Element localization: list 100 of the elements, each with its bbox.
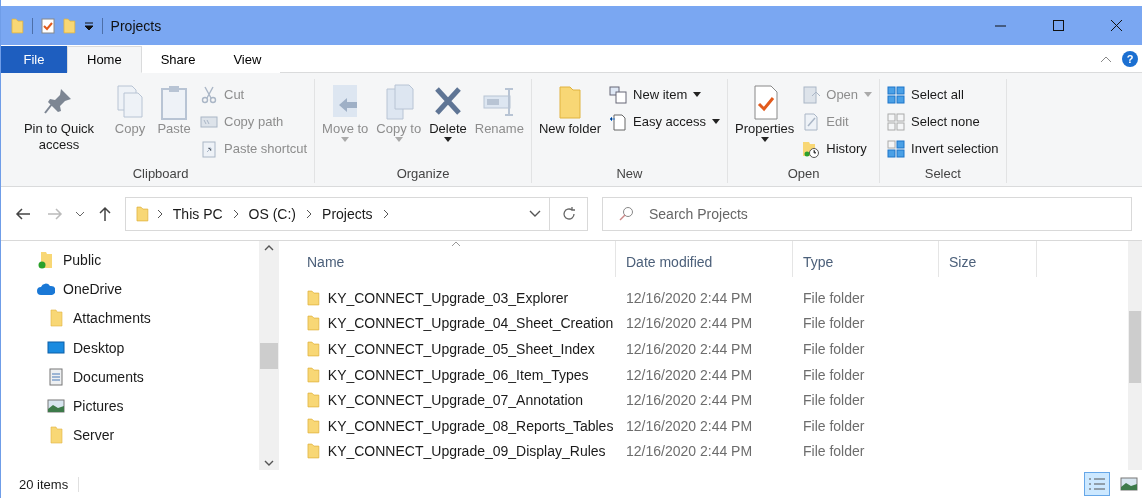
folder-icon (307, 443, 320, 460)
date-cell-text: 12/16/2020 2:44 PM (625, 417, 754, 434)
history-icon (802, 139, 821, 158)
file-name-cell[interactable]: KY_CONNECT_Upgrade_07_Annotation (297, 392, 616, 409)
date-cell-text: 12/16/2020 2:44 PM (625, 289, 754, 306)
details-view-button[interactable] (1084, 472, 1110, 496)
desktop-icon (47, 338, 65, 357)
nav-pane-item[interactable]: Pictures (1, 391, 259, 421)
properties-button[interactable]: Properties (732, 79, 798, 166)
file-menu-tab[interactable]: File (1, 46, 67, 73)
caret-icon (864, 92, 873, 97)
caret-icon (394, 137, 403, 142)
scrollbar[interactable] (1128, 241, 1142, 470)
file-name-cell[interactable]: KY_CONNECT_Upgrade_09_Display_Rules (297, 443, 616, 460)
close-icon (1111, 19, 1123, 32)
folder-icon (47, 426, 65, 445)
address-bar[interactable]: This PC OS (C:) Projects (125, 196, 588, 231)
ribbon-command[interactable]: Invert selection (884, 135, 1002, 162)
up-arrow-icon (98, 205, 112, 222)
ribbon-command[interactable]: Select none (884, 108, 1002, 135)
nav-pane-item[interactable]: Attachments (1, 303, 259, 333)
document-icon (47, 367, 65, 386)
ribbon-command[interactable]: Easy access (606, 108, 723, 135)
back-arrow-icon (15, 206, 31, 221)
folder-icon (11, 17, 24, 34)
type-cell-text: File folder (802, 315, 866, 332)
pictures-icon (47, 397, 65, 416)
folder-icon (47, 309, 65, 328)
file-name-cell[interactable]: KY_CONNECT_Upgrade_05_Sheet_Index (297, 341, 616, 357)
file-name-cell[interactable]: KY_CONNECT_Upgrade_03_Explorer (297, 289, 616, 306)
easy-access-icon (609, 112, 628, 131)
breadcrumb-item[interactable]: Projects (320, 205, 375, 222)
scrollbar[interactable] (259, 241, 279, 470)
nav-pane-item[interactable]: Desktop (1, 332, 259, 363)
forward-arrow-icon (47, 206, 63, 221)
maximize-icon (1053, 19, 1065, 32)
dropdown-icon[interactable] (529, 209, 541, 218)
window-title: Projects (110, 17, 163, 34)
caret-icon (341, 137, 350, 142)
column-header[interactable]: Size (939, 241, 1037, 277)
pin-button[interactable]: Pin to Quick access (11, 79, 107, 166)
breadcrumb-item[interactable]: OS (C:) (246, 205, 299, 222)
shortcut-icon (200, 139, 218, 158)
column-header[interactable]: Date modified (616, 241, 793, 277)
scroll-down-icon[interactable] (264, 460, 274, 466)
open-icon (802, 85, 821, 104)
new-folder-button[interactable]: New folder (535, 79, 605, 166)
folder-icon (136, 205, 149, 222)
chevron-icon (382, 208, 389, 219)
file-name-cell[interactable]: KY_CONNECT_Upgrade_04_Sheet_Creation (297, 315, 616, 332)
customize-dropdown-icon[interactable] (83, 20, 94, 31)
type-cell-text: File folder (802, 392, 866, 409)
scroll-up-icon[interactable] (264, 245, 274, 251)
scissors-icon (200, 85, 218, 104)
scroll-thumb[interactable] (260, 342, 278, 369)
caret-icon (443, 137, 452, 142)
invert-selection-icon (887, 139, 906, 158)
delete-button[interactable]: Delete (426, 79, 470, 166)
picture-icon (1120, 477, 1138, 491)
ribbon-tab[interactable]: Home (67, 46, 142, 73)
type-cell-text: File folder (802, 366, 866, 383)
recent-locations-icon[interactable] (75, 210, 85, 217)
column-header[interactable]: Type (793, 241, 939, 277)
help-button[interactable]: ? (1122, 51, 1138, 67)
file-name-cell[interactable]: KY_CONNECT_Upgrade_08_Reports_Tables (297, 417, 616, 434)
refresh-icon (561, 206, 576, 221)
breadcrumb-item[interactable]: This PC (170, 205, 225, 222)
ribbon-group-label: New (615, 166, 644, 183)
chevron-icon (306, 208, 313, 219)
ribbon-group-label: Clipboard (131, 166, 190, 183)
folder-icon (307, 392, 320, 409)
caret-icon (693, 92, 702, 97)
new-item-icon (609, 85, 628, 104)
ribbon-command[interactable]: New item (606, 81, 723, 108)
ribbon-command[interactable]: Select all (884, 81, 1002, 108)
folder-icon (307, 315, 320, 332)
caret-icon (712, 119, 720, 124)
folder-icon (307, 417, 320, 434)
type-cell-text: File folder (802, 341, 866, 357)
collapse-ribbon-icon[interactable] (1100, 55, 1112, 63)
caret-icon (760, 137, 769, 142)
nav-pane-item[interactable]: Server (1, 420, 259, 451)
date-cell-text: 12/16/2020 2:44 PM (625, 443, 754, 460)
search-field[interactable]: Search Projects (602, 196, 1132, 231)
file-name-cell[interactable]: KY_CONNECT_Upgrade_06_Item_Types (297, 366, 616, 383)
scroll-thumb[interactable] (1129, 311, 1141, 383)
properties-icon (40, 17, 55, 34)
nav-pane-item[interactable]: Public (1, 245, 259, 275)
column-header[interactable]: Name (297, 241, 616, 277)
edit-icon (802, 112, 821, 131)
type-cell-text: File folder (802, 443, 866, 460)
nav-pane-item[interactable]: Documents (1, 362, 259, 392)
folder-icon (307, 341, 320, 357)
folder-icon (62, 17, 76, 34)
ribbon-group-label: Organize (395, 166, 451, 183)
nav-pane-item[interactable]: OneDrive (1, 274, 259, 304)
ribbon-command[interactable]: History (799, 135, 876, 162)
folder-icon (307, 289, 320, 306)
select-none-icon (887, 112, 906, 131)
details-list-icon (1088, 476, 1106, 492)
